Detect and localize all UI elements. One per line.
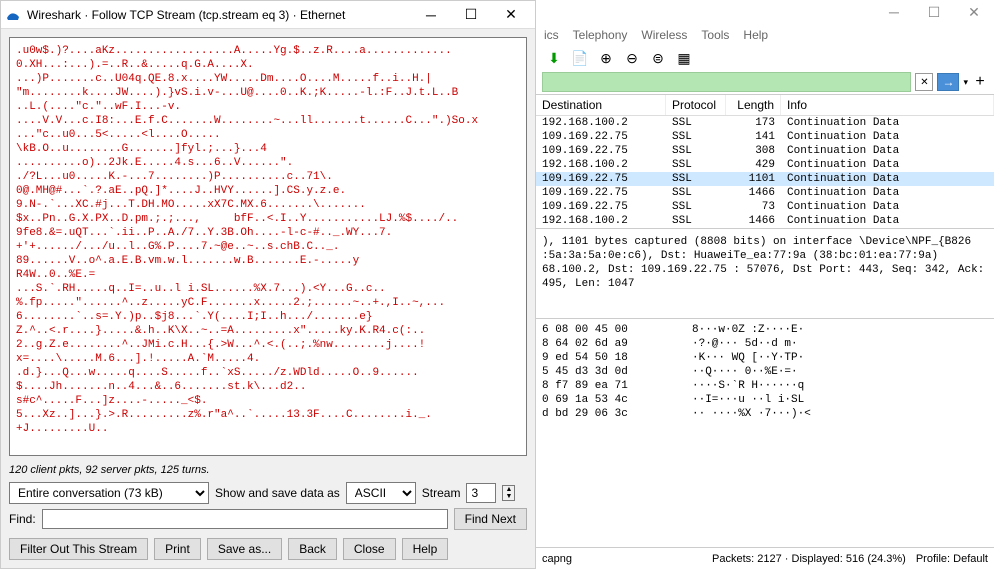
toolbar-reload-icon[interactable]: 📄 bbox=[570, 48, 590, 68]
packet-list: Destination Protocol Length Info 192.168… bbox=[536, 94, 994, 228]
resize-columns-icon[interactable]: ▦ bbox=[674, 48, 694, 68]
packet-list-header: Destination Protocol Length Info bbox=[536, 95, 994, 116]
dialog-titlebar: Wireshark · Follow TCP Stream (tcp.strea… bbox=[1, 1, 535, 29]
toolbar-first-icon[interactable]: ⬇ bbox=[544, 48, 564, 68]
conversation-select[interactable]: Entire conversation (73 kB) bbox=[9, 482, 209, 504]
status-bar: capng Packets: 2127 · Displayed: 516 (24… bbox=[536, 547, 994, 569]
col-info[interactable]: Info bbox=[781, 95, 994, 115]
close-button[interactable]: Close bbox=[343, 538, 396, 560]
packet-count-info: 120 client pkts, 92 server pkts, 125 tur… bbox=[9, 464, 527, 476]
follow-stream-dialog: Wireshark · Follow TCP Stream (tcp.strea… bbox=[0, 0, 536, 569]
col-destination[interactable]: Destination bbox=[536, 95, 666, 115]
packet-row[interactable]: 192.168.100.2SSL173Continuation Data bbox=[536, 116, 994, 130]
zoom-out-icon[interactable]: ⊖ bbox=[622, 48, 642, 68]
save-as-button[interactable]: Save as... bbox=[207, 538, 282, 560]
status-packets: Packets: 2127 · Displayed: 516 (24.3%) bbox=[712, 553, 906, 565]
format-select[interactable]: ASCII bbox=[346, 482, 416, 504]
stream-down-button[interactable]: ▼ bbox=[503, 493, 514, 500]
stream-content[interactable]: .u0w$.)?....aKz..................A.....Y… bbox=[9, 37, 527, 456]
filter-out-button[interactable]: Filter Out This Stream bbox=[9, 538, 148, 560]
stream-up-button[interactable]: ▲ bbox=[503, 486, 514, 493]
menu-telephony[interactable]: Telephony bbox=[573, 28, 628, 42]
packet-row[interactable]: 109.169.22.75SSL1101Continuation Data bbox=[536, 172, 994, 186]
menu-tools[interactable]: Tools bbox=[701, 28, 729, 42]
zoom-in-icon[interactable]: ⊕ bbox=[596, 48, 616, 68]
find-label: Find: bbox=[9, 512, 36, 526]
find-input[interactable] bbox=[42, 509, 448, 529]
find-next-button[interactable]: Find Next bbox=[454, 508, 527, 530]
minimize-button[interactable]: ─ bbox=[411, 1, 451, 29]
main-maximize-button[interactable]: ☐ bbox=[914, 0, 954, 24]
zoom-reset-icon[interactable]: ⊜ bbox=[648, 48, 668, 68]
help-button[interactable]: Help bbox=[402, 538, 449, 560]
menu-help[interactable]: Help bbox=[743, 28, 768, 42]
menu-item[interactable]: ics bbox=[544, 28, 559, 42]
main-minimize-button[interactable]: ─ bbox=[874, 0, 914, 24]
maximize-button[interactable]: ☐ bbox=[451, 1, 491, 29]
show-as-label: Show and save data as bbox=[215, 486, 340, 500]
status-profile[interactable]: Profile: Default bbox=[916, 553, 988, 565]
stream-label: Stream bbox=[422, 486, 461, 500]
close-window-button[interactable]: ✕ bbox=[491, 1, 531, 29]
stream-number-input[interactable] bbox=[466, 483, 496, 503]
display-filter-input[interactable] bbox=[542, 72, 911, 92]
packet-row[interactable]: 192.168.100.2SSL1466Continuation Data bbox=[536, 214, 994, 228]
packet-details[interactable]: ), 1101 bytes captured (8808 bits) on in… bbox=[536, 228, 994, 318]
main-close-button[interactable]: ✕ bbox=[954, 0, 994, 24]
col-protocol[interactable]: Protocol bbox=[666, 95, 726, 115]
menu-wireless[interactable]: Wireless bbox=[641, 28, 687, 42]
print-button[interactable]: Print bbox=[154, 538, 201, 560]
packet-row[interactable]: 109.169.22.75SSL1466Continuation Data bbox=[536, 186, 994, 200]
col-length[interactable]: Length bbox=[726, 95, 781, 115]
filter-dropdown-icon[interactable]: ▾ bbox=[963, 77, 968, 88]
dialog-title: Wireshark · Follow TCP Stream (tcp.strea… bbox=[27, 8, 411, 22]
filter-bar: ✕ → ▾ + bbox=[542, 72, 988, 92]
menubar: ics Telephony Wireless Tools Help bbox=[536, 24, 994, 46]
packet-row[interactable]: 192.168.100.2SSL429Continuation Data bbox=[536, 158, 994, 172]
main-window: ─ ☐ ✕ ics Telephony Wireless Tools Help … bbox=[536, 0, 994, 569]
packet-row[interactable]: 109.169.22.75SSL73Continuation Data bbox=[536, 200, 994, 214]
client-stream-text: .u0w$.)?....aKz..................A.....Y… bbox=[16, 45, 478, 435]
add-filter-button[interactable]: + bbox=[972, 73, 988, 91]
wireshark-icon bbox=[5, 7, 21, 23]
status-file: capng bbox=[542, 553, 572, 565]
clear-filter-icon[interactable]: ✕ bbox=[915, 73, 933, 91]
apply-filter-icon[interactable]: → bbox=[937, 73, 959, 91]
packet-row[interactable]: 109.169.22.75SSL308Continuation Data bbox=[536, 144, 994, 158]
back-button[interactable]: Back bbox=[288, 538, 337, 560]
hex-view[interactable]: 6 08 00 45 008 64 02 6d a99 ed 54 50 185… bbox=[536, 318, 994, 547]
main-titlebar: ─ ☐ ✕ bbox=[536, 0, 994, 24]
packet-row[interactable]: 109.169.22.75SSL141Continuation Data bbox=[536, 130, 994, 144]
toolbar: ⬇ 📄 ⊕ ⊖ ⊜ ▦ bbox=[536, 46, 994, 70]
